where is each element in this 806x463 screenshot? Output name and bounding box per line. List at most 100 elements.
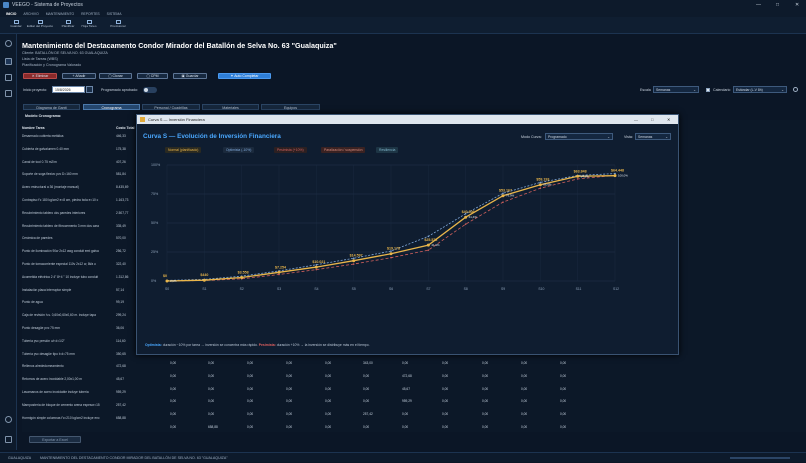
cost-cell[interactable]: 0,00	[286, 399, 292, 403]
task-name[interactable]: Punto de tomacorriente especial 110v 2x1…	[22, 262, 114, 266]
task-name[interactable]: Cubierta de galvalumen 0.40 mm	[22, 147, 114, 151]
cost-cell[interactable]: 0,00	[170, 374, 176, 378]
cost-cell[interactable]: 959,29	[402, 399, 412, 403]
cost-cell[interactable]: 0,00	[325, 399, 331, 403]
task-name[interactable]: Recubrimiento tablero de fibrocemento 3 …	[22, 224, 114, 228]
task-name[interactable]: Contrapiso f'c 180 kg/cm2 e=8 cm, piedra…	[22, 198, 114, 202]
cost-cell[interactable]: 0,00	[208, 412, 214, 416]
task-name[interactable]: Soporte de soga flexivo pvc D=160 mm	[22, 172, 114, 176]
cost-cell[interactable]: 0,00	[482, 399, 488, 403]
ribbon-edit-button[interactable]: Editar del Proyecto	[26, 19, 54, 33]
task-name[interactable]: Instalación placa interruptor simple	[22, 288, 114, 292]
tab-gantt[interactable]: Diagrama de Gantt	[23, 104, 80, 110]
projects-icon[interactable]	[5, 58, 12, 65]
ribbon-sheet-button[interactable]: Hoja Tareo	[75, 19, 103, 33]
clone-button[interactable]: ▢ Clonar	[99, 73, 132, 79]
task-name[interactable]: Rellenos alrededorneamiento	[22, 364, 114, 368]
cost-cell[interactable]: 0,00	[208, 374, 214, 378]
cost-cell[interactable]: 0,00	[442, 374, 448, 378]
tab-personal[interactable]: Personal / Cuadrillas	[142, 104, 200, 110]
tab-materiales[interactable]: Materiales	[202, 104, 259, 110]
cost-cell[interactable]: 343,00	[363, 361, 373, 365]
reports-icon[interactable]	[5, 74, 12, 81]
cost-cell[interactable]: 0,00	[325, 387, 331, 391]
export-excel-button[interactable]: Exportar a Excel	[29, 436, 81, 443]
ribbon-forecast-button[interactable]: Previsionar	[104, 19, 132, 33]
cost-cell[interactable]: 0,00	[521, 425, 527, 429]
start-date-input[interactable]: 15/8/2026	[52, 86, 85, 93]
cost-cell[interactable]: 0,00	[247, 387, 253, 391]
delete-button[interactable]: ✕ Eliminar	[23, 73, 57, 79]
task-name[interactable]: Tubería pvc presión u/r d=1/2"	[22, 339, 114, 343]
cost-cell[interactable]: 0,00	[286, 387, 292, 391]
cost-cell[interactable]: 45,67	[402, 387, 410, 391]
cost-cell[interactable]: 0,00	[325, 412, 331, 416]
cost-cell[interactable]: 0,00	[560, 412, 566, 416]
dialog-close-icon[interactable]: ✕	[667, 115, 670, 124]
cost-cell[interactable]: 0,00	[482, 425, 488, 429]
task-name[interactable]: Retornos de acero inoxidable 2,00x1,00 m	[22, 377, 114, 381]
approved-toggle[interactable]	[143, 87, 157, 93]
cost-cell[interactable]: 257,42	[363, 412, 373, 416]
cost-cell[interactable]: 0,00	[247, 361, 253, 365]
task-name[interactable]: Acometida eléctrica 2 4" 8+4 " 10 incluy…	[22, 275, 114, 279]
gear-icon[interactable]	[793, 87, 798, 92]
dialog-maximize-icon[interactable]: □	[651, 115, 653, 124]
legend-optimista[interactable]: Optimista (-10%)	[223, 147, 255, 153]
cost-cell[interactable]: 0,00	[208, 387, 214, 391]
cost-cell[interactable]: 0,00	[482, 361, 488, 365]
zoom-slider[interactable]	[730, 457, 790, 459]
close-icon[interactable]: ✕	[795, 0, 799, 11]
view-select[interactable]: Semanas ⌄	[635, 133, 671, 140]
cpm-button[interactable]: ▢ CPM	[137, 73, 168, 79]
cost-cell[interactable]: 0,00	[442, 361, 448, 365]
cost-cell[interactable]: 0,00	[170, 412, 176, 416]
cost-cell[interactable]: 0,00	[521, 399, 527, 403]
cost-cell[interactable]: 0,00	[521, 387, 527, 391]
cost-cell[interactable]: 0,00	[325, 425, 331, 429]
minimize-icon[interactable]: —	[756, 0, 761, 11]
menu-item-inicio[interactable]: INICIO	[6, 12, 16, 16]
cost-cell[interactable]: 0,00	[402, 412, 408, 416]
menu-item-mantenimiento[interactable]: MANTENIMIENTO	[46, 12, 74, 16]
task-name[interactable]: Mampostería de bloque de cemento arena e…	[22, 403, 114, 407]
cost-cell[interactable]: 0,00	[247, 412, 253, 416]
cost-cell[interactable]: 658,88	[208, 425, 218, 429]
cost-cell[interactable]: 0,00	[247, 374, 253, 378]
task-name[interactable]: Punto de agua	[22, 300, 114, 304]
cost-cell[interactable]: 0,00	[521, 374, 527, 378]
cost-cell[interactable]: 0,00	[402, 425, 408, 429]
cost-cell[interactable]: 0,00	[286, 361, 292, 365]
cost-cell[interactable]: 0,00	[170, 387, 176, 391]
cost-cell[interactable]: 0,00	[170, 399, 176, 403]
book-icon[interactable]	[5, 90, 12, 97]
cost-cell[interactable]: 0,00	[363, 399, 369, 403]
tab-equipos[interactable]: Equipos	[261, 104, 320, 110]
task-name[interactable]: Canal de tool 0.75 m2/m	[22, 160, 114, 164]
cost-cell[interactable]: 0,00	[247, 425, 253, 429]
task-name[interactable]: Acero estructural a 36 (montaje manual)	[22, 185, 114, 189]
task-name[interactable]: Hormigón simple columnas f'c=210 kg/cm2 …	[22, 416, 114, 420]
calendar-select[interactable]: Estándar (L-V 8h) ⌄	[733, 86, 787, 93]
calendar-checkbox[interactable]	[706, 88, 710, 92]
task-name[interactable]: Cerámica de paredes	[22, 236, 114, 240]
cost-cell[interactable]: 0,00	[442, 399, 448, 403]
cost-cell[interactable]: 472,68	[402, 374, 412, 378]
task-name[interactable]: Punto desagüe pvc 75 mm	[22, 326, 114, 330]
cost-cell[interactable]: 0,00	[363, 374, 369, 378]
tab-cronograma[interactable]: Cronograma	[83, 104, 140, 110]
cost-cell[interactable]: 0,00	[286, 374, 292, 378]
cost-cell[interactable]: 0,00	[363, 425, 369, 429]
cost-cell[interactable]: 0,00	[247, 399, 253, 403]
legend-normal[interactable]: Normal (planificado)	[165, 147, 202, 153]
cost-cell[interactable]: 0,00	[560, 374, 566, 378]
cost-cell[interactable]: 0,00	[521, 412, 527, 416]
cost-cell[interactable]: 0,00	[170, 425, 176, 429]
cost-cell[interactable]: 0,00	[170, 361, 176, 365]
cost-cell[interactable]: 0,00	[442, 425, 448, 429]
task-name[interactable]: Caja de revisión h.s. 0,60x0,60x0,60 m. …	[22, 313, 114, 317]
cost-cell[interactable]: 0,00	[482, 374, 488, 378]
cost-cell[interactable]: 0,00	[208, 399, 214, 403]
calendar-icon[interactable]	[86, 86, 93, 93]
save-button[interactable]: ▣ Guardar	[173, 73, 207, 79]
